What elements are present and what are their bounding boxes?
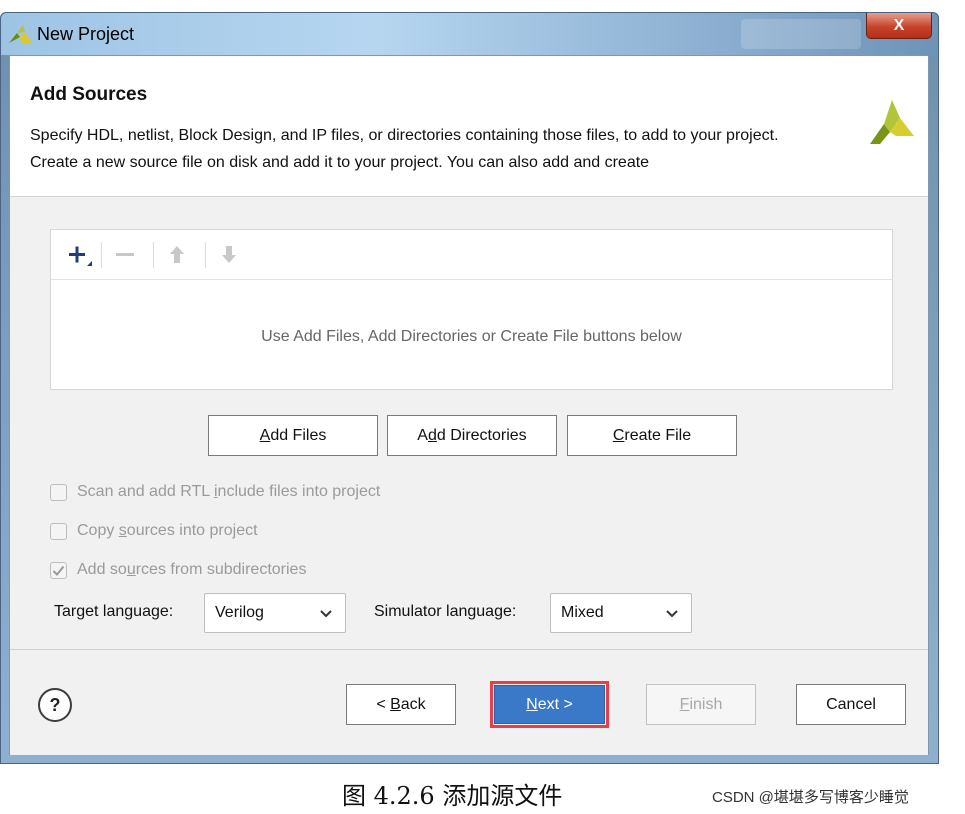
add-files-button[interactable]: Add Files <box>208 415 378 456</box>
page-title: Add Sources <box>30 84 148 105</box>
help-icon: ? <box>49 694 61 715</box>
chevron-down-icon <box>666 610 678 618</box>
button-label: A <box>417 426 428 444</box>
mnemonic-key: F <box>679 695 690 713</box>
mnemonic-key: N <box>526 695 538 713</box>
target-language-select[interactable]: Verilog <box>204 593 346 633</box>
move-down-icon[interactable] <box>215 242 243 268</box>
add-subdirectories-checkbox[interactable] <box>50 561 67 579</box>
toolbar-separator <box>101 242 102 268</box>
page-description: Specify HDL, netlist, Block Design, and … <box>30 127 779 171</box>
label-part: nclude files into project <box>217 483 381 500</box>
vivado-app-icon <box>9 25 32 43</box>
help-button[interactable]: ? <box>38 688 72 722</box>
scan-rtl-option[interactable]: Scan and add RTL include files into proj… <box>50 481 380 503</box>
watermark-text: CSDN @堪堪多写博客少睡觉 <box>712 789 909 806</box>
label-part: ources into project <box>126 522 258 539</box>
mnemonic-key: A <box>259 426 271 444</box>
toolbar-separator <box>153 242 154 268</box>
add-directories-button[interactable]: Add Directories <box>387 415 557 456</box>
create-file-button[interactable]: Create File <box>567 415 737 456</box>
back-button[interactable]: < Back <box>346 684 456 725</box>
mnemonic-key: s <box>118 522 127 539</box>
empty-list-message: Use Add Files, Add Directories or Create… <box>261 328 682 345</box>
chevron-down-icon <box>320 610 332 618</box>
target-language-value: Verilog <box>215 604 264 621</box>
dialog-body: Add Sources Specify HDL, netlist, Block … <box>9 55 929 755</box>
simulator-language-value: Mixed <box>561 604 604 621</box>
simulator-language-label: Simulator language: <box>374 603 517 620</box>
label-part: Scan and add RTL <box>77 483 214 500</box>
button-label: dd Files <box>270 426 327 444</box>
mnemonic-key: B <box>390 695 401 713</box>
mnemonic-key: C <box>612 426 625 444</box>
button-label: inish <box>689 695 723 713</box>
button-label: d Directories <box>436 426 527 444</box>
copy-sources-option[interactable]: Copy sources into project <box>50 520 258 542</box>
label-part: Copy <box>77 522 119 539</box>
target-language-label: Target language: <box>54 603 174 620</box>
close-icon: X <box>893 16 905 34</box>
title-bar-blur <box>741 19 861 49</box>
button-label: < <box>376 695 386 713</box>
move-up-icon[interactable] <box>163 242 191 268</box>
next-button[interactable]: Next > <box>490 681 609 728</box>
toolbar-separator <box>205 242 206 268</box>
cancel-button[interactable]: Cancel <box>796 684 906 725</box>
mnemonic-key: d <box>427 426 437 444</box>
button-label: ext > <box>537 695 573 713</box>
remove-icon[interactable] <box>111 242 139 268</box>
scan-rtl-checkbox[interactable] <box>50 483 67 501</box>
sources-toolbar <box>51 230 892 280</box>
copy-sources-checkbox[interactable] <box>50 522 67 540</box>
figure-caption: 图 4.2.6 添加源文件 CSDN @堪堪多写博客少睡觉 <box>0 774 965 814</box>
title-bar[interactable]: New Project X <box>1 13 938 55</box>
wizard-content: Use Add Files, Add Directories or Create… <box>10 197 928 649</box>
mnemonic-key: u <box>126 561 136 578</box>
sources-list-panel[interactable]: Use Add Files, Add Directories or Create… <box>50 229 893 390</box>
button-label: ack <box>400 695 426 713</box>
copy-sources-label: Copy sources into project <box>77 522 258 540</box>
label-part: Add so <box>77 561 127 578</box>
caption-text: 图 4.2.6 添加源文件 <box>342 782 563 810</box>
add-subdirectories-label: Add sources from subdirectories <box>77 561 306 579</box>
simulator-language-select[interactable]: Mixed <box>550 593 692 633</box>
window-title: New Project <box>37 24 135 44</box>
scan-rtl-label: Scan and add RTL include files into proj… <box>77 483 380 501</box>
finish-button[interactable]: Finish <box>646 684 756 725</box>
wizard-header: Add Sources Specify HDL, netlist, Block … <box>10 56 928 197</box>
button-label: reate File <box>624 426 692 444</box>
wizard-footer: ? < Back Next > Finish Cancel <box>10 649 928 755</box>
add-subdirectories-option[interactable]: Add sources from subdirectories <box>50 559 306 581</box>
label-part: rces from subdirectories <box>135 561 307 578</box>
vivado-logo-icon <box>870 100 914 144</box>
checkmark-icon <box>52 565 65 576</box>
add-icon[interactable] <box>65 242 93 268</box>
close-button[interactable]: X <box>866 13 932 39</box>
new-project-window: New Project X Add Sources Specify HDL, n… <box>0 12 939 764</box>
